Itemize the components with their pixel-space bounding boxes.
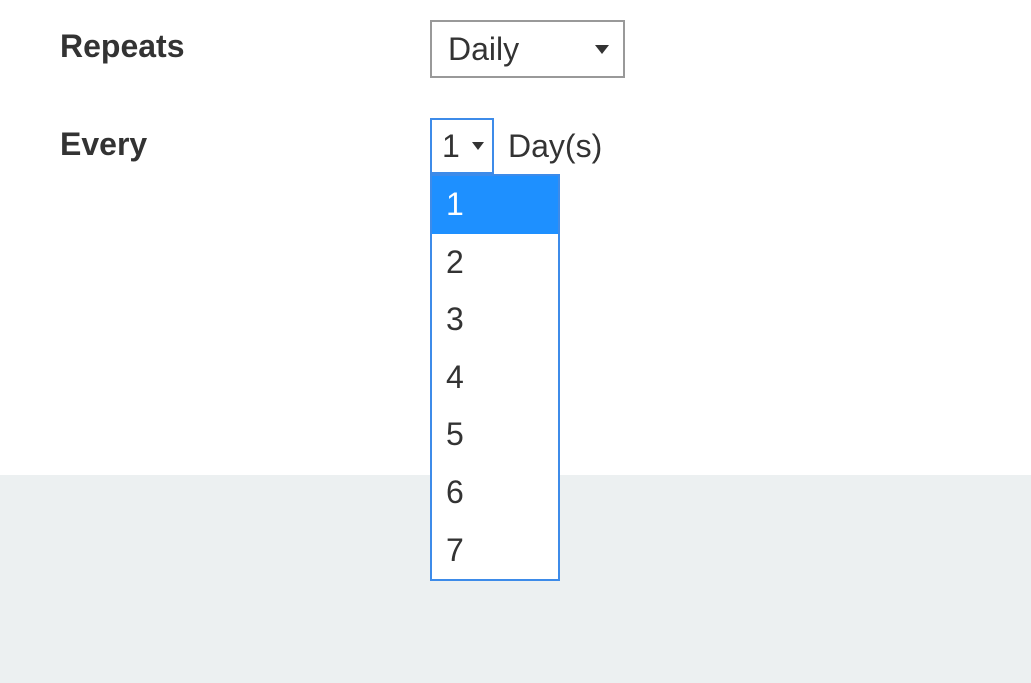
every-label: Every bbox=[60, 118, 430, 163]
repeats-select[interactable]: Daily bbox=[430, 20, 625, 78]
chevron-down-icon bbox=[595, 45, 609, 54]
dropdown-option[interactable]: 1 bbox=[432, 176, 558, 234]
chevron-down-icon bbox=[472, 142, 484, 150]
every-select[interactable]: 1 bbox=[430, 118, 494, 174]
repeats-label: Repeats bbox=[60, 20, 430, 65]
dropdown-option[interactable]: 3 bbox=[432, 291, 558, 349]
dropdown-option[interactable]: 2 bbox=[432, 234, 558, 292]
dropdown-option[interactable]: 4 bbox=[432, 349, 558, 407]
repeats-row: Repeats Daily bbox=[60, 20, 1031, 78]
every-select-wrapper: 1 Day(s) 1234567 bbox=[430, 118, 602, 174]
every-value: 1 bbox=[442, 128, 460, 165]
every-row: Every 1 Day(s) 1234567 bbox=[60, 118, 1031, 174]
every-dropdown-list: 1234567 bbox=[430, 174, 560, 581]
dropdown-option[interactable]: 7 bbox=[432, 522, 558, 580]
recurrence-form: Repeats Daily Every 1 Day(s) 1234567 bbox=[0, 0, 1031, 174]
dropdown-option[interactable]: 6 bbox=[432, 464, 558, 522]
every-unit-label: Day(s) bbox=[508, 128, 602, 165]
dropdown-option[interactable]: 5 bbox=[432, 406, 558, 464]
repeats-value: Daily bbox=[448, 31, 519, 68]
